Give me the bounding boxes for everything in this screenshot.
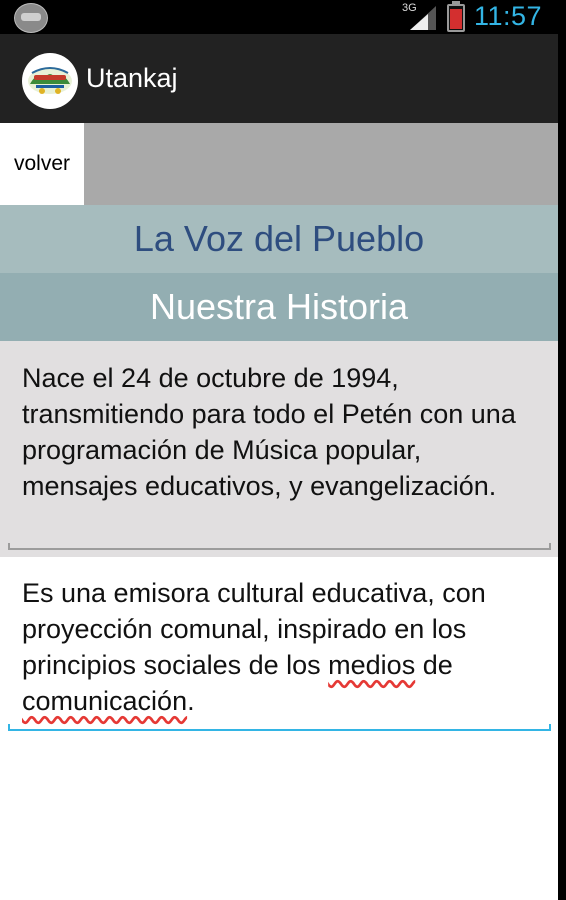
app-title: Utankaj: [86, 63, 178, 93]
battery-level: [450, 9, 462, 29]
history-paragraph: Nace el 24 de octubre de 1994, transmiti…: [22, 363, 516, 501]
notification-icon: [14, 3, 48, 33]
history-field-underline: [8, 543, 551, 550]
mission-text-mid: de: [415, 650, 453, 680]
nav-row: volver: [0, 123, 558, 205]
app-logo-icon[interactable]: [22, 53, 78, 109]
mission-paragraph: Es una emisora cultural educativa, con p…: [22, 575, 542, 719]
mission-field-underline-focused: [8, 724, 551, 731]
status-clock: 11:57: [474, 1, 543, 31]
signal-icon: [410, 6, 436, 30]
station-name-heading: La Voz del Pueblo: [0, 205, 558, 273]
action-bar: Utankaj: [0, 34, 558, 123]
misspelled-word-medios[interactable]: medios: [328, 650, 415, 680]
logo-graphic: [23, 54, 77, 108]
back-button[interactable]: volver: [0, 123, 84, 205]
status-bar: 3G 11:57: [0, 0, 566, 34]
mission-text-end: .: [187, 686, 195, 716]
section-title-heading: Nuestra Historia: [0, 273, 558, 341]
screen-edge: [558, 34, 566, 900]
misspelled-word-comunicacion[interactable]: comunicación: [22, 686, 187, 716]
history-text-field[interactable]: Nace el 24 de octubre de 1994, transmiti…: [0, 341, 558, 557]
battery-icon: [447, 1, 465, 32]
